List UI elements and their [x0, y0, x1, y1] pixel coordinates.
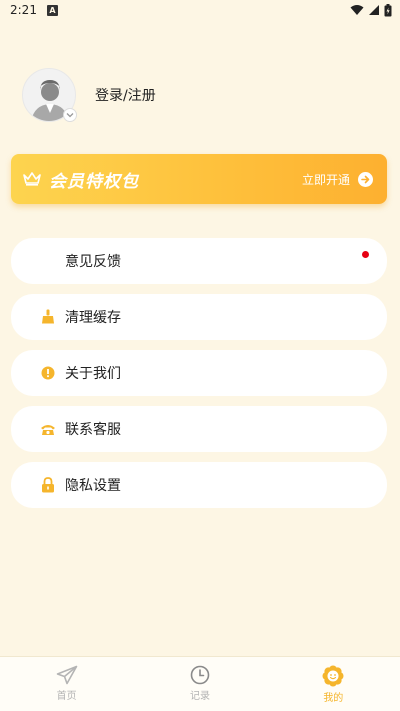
- menu-item-contact-service[interactable]: 联系客服: [11, 406, 387, 452]
- crown-icon: [23, 172, 41, 186]
- menu-label-privacy-settings: 隐私设置: [65, 478, 121, 494]
- login-register-link[interactable]: 登录/注册: [95, 85, 156, 105]
- vip-open-button[interactable]: 立即开通: [302, 171, 350, 188]
- menu-label-about-us: 关于我们: [65, 366, 121, 382]
- tab-home-label: 首页: [56, 691, 77, 702]
- menu-item-privacy-settings[interactable]: 隐私设置: [11, 462, 387, 508]
- arrow-right-icon[interactable]: [358, 171, 373, 187]
- tab-mine[interactable]: 我的: [267, 657, 400, 711]
- tab-records[interactable]: 记录: [133, 657, 266, 711]
- chevron-down-icon: [66, 113, 74, 118]
- signal-icon: [369, 5, 379, 15]
- notification-app-icon: A: [46, 4, 58, 16]
- battery-icon: [384, 3, 392, 16]
- menu-label-contact-service: 联系客服: [65, 422, 121, 438]
- tab-mine-label: 我的: [323, 693, 344, 704]
- status-bar: 2:21 A: [0, 0, 400, 20]
- lock-icon: [39, 476, 57, 494]
- notification-dot: [362, 251, 369, 258]
- flower-smile-icon: [322, 665, 344, 687]
- menu-label-feedback: 意见反馈: [65, 254, 121, 270]
- status-time: 2:21: [10, 3, 37, 17]
- bottom-tab-bar: 首页 记录 我的: [0, 656, 400, 711]
- menu-item-feedback[interactable]: 意见反馈: [11, 238, 387, 284]
- avatar-dropdown-badge[interactable]: [63, 108, 77, 122]
- info-icon: [39, 364, 57, 382]
- paper-plane-icon: [56, 665, 77, 685]
- menu-item-clear-cache[interactable]: 清理缓存: [11, 294, 387, 340]
- phone-icon: [39, 420, 57, 438]
- clock-icon: [190, 665, 210, 685]
- profile-section[interactable]: 登录/注册: [22, 68, 156, 122]
- vip-title: 会员特权包: [49, 171, 139, 192]
- status-left: 2:21 A: [10, 3, 58, 17]
- tab-records-label: 记录: [189, 691, 210, 702]
- vip-banner[interactable]: 会员特权包 立即开通: [11, 154, 387, 204]
- menu-label-clear-cache: 清理缓存: [65, 310, 121, 326]
- status-right: [350, 3, 392, 17]
- broom-icon: [39, 308, 57, 326]
- wifi-icon: [350, 5, 364, 15]
- menu-item-about-us[interactable]: 关于我们: [11, 350, 387, 396]
- tab-home[interactable]: 首页: [0, 657, 133, 711]
